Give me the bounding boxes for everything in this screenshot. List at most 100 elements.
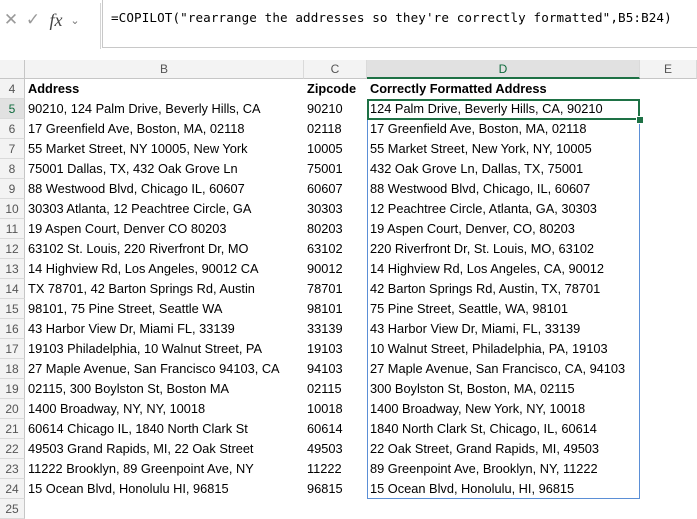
- insert-function-icon[interactable]: fx: [44, 5, 68, 35]
- formula-bar-divider: [100, 3, 101, 49]
- select-all-corner[interactable]: [0, 60, 25, 79]
- zipcode-cell[interactable]: 30303: [304, 199, 367, 219]
- column-header-c[interactable]: C: [304, 60, 367, 79]
- zipcode-cell[interactable]: 19103: [304, 339, 367, 359]
- row-number[interactable]: 8: [0, 159, 25, 179]
- row-number[interactable]: 14: [0, 279, 25, 299]
- formatted-address-cell[interactable]: 15 Ocean Blvd, Honolulu, HI, 96815: [367, 479, 639, 499]
- address-cell[interactable]: 19103 Philadelphia, 10 Walnut Street, PA: [25, 339, 304, 359]
- row-number[interactable]: 6: [0, 119, 25, 139]
- address-cell[interactable]: 27 Maple Avenue, San Francisco 94103, CA: [25, 359, 304, 379]
- address-cell[interactable]: 55 Market Street, NY 10005, New York: [25, 139, 304, 159]
- formatted-address-cell[interactable]: 55 Market Street, New York, NY, 10005: [367, 139, 639, 159]
- zipcode-cell[interactable]: 90012: [304, 259, 367, 279]
- address-cell[interactable]: 02115, 300 Boylston St, Boston MA: [25, 379, 304, 399]
- row-number[interactable]: 5: [0, 99, 25, 119]
- formatted-address-cell[interactable]: 19 Aspen Court, Denver, CO, 80203: [367, 219, 639, 239]
- cancel-icon[interactable]: ✕: [0, 5, 22, 35]
- formatted-address-cell[interactable]: 1840 North Clark St, Chicago, IL, 60614: [367, 419, 639, 439]
- address-cell[interactable]: 90210, 124 Palm Drive, Beverly Hills, CA: [25, 99, 304, 119]
- formatted-address-cell[interactable]: 124 Palm Drive, Beverly Hills, CA, 90210: [367, 99, 639, 119]
- formatted-address-cell[interactable]: 14 Highview Rd, Los Angeles, CA, 90012: [367, 259, 639, 279]
- address-cell[interactable]: 43 Harbor View Dr, Miami FL, 33139: [25, 319, 304, 339]
- address-cell[interactable]: 30303 Atlanta, 12 Peachtree Circle, GA: [25, 199, 304, 219]
- address-cell[interactable]: 88 Westwood Blvd, Chicago IL, 60607: [25, 179, 304, 199]
- address-cell[interactable]: 75001 Dallas, TX, 432 Oak Grove Ln: [25, 159, 304, 179]
- header-cell-zipcode[interactable]: Zipcode: [304, 79, 367, 99]
- zipcode-cell[interactable]: 60607: [304, 179, 367, 199]
- row-number[interactable]: 18: [0, 359, 25, 379]
- zipcode-cell[interactable]: 63102: [304, 239, 367, 259]
- address-cell[interactable]: 49503 Grand Rapids, MI, 22 Oak Street: [25, 439, 304, 459]
- formatted-address-cell[interactable]: 10 Walnut Street, Philadelphia, PA, 1910…: [367, 339, 639, 359]
- row-number[interactable]: 13: [0, 259, 25, 279]
- zipcode-cell[interactable]: 33139: [304, 319, 367, 339]
- formatted-address-cell[interactable]: 89 Greenpoint Ave, Brooklyn, NY, 11222: [367, 459, 639, 479]
- zipcode-cell[interactable]: 60614: [304, 419, 367, 439]
- row-number[interactable]: 12: [0, 239, 25, 259]
- zipcode-cell[interactable]: 80203: [304, 219, 367, 239]
- formatted-address-cell[interactable]: 27 Maple Avenue, San Francisco, CA, 9410…: [367, 359, 639, 379]
- fill-handle[interactable]: [636, 116, 644, 124]
- zipcode-cell[interactable]: 10005: [304, 139, 367, 159]
- row-number[interactable]: 4: [0, 79, 25, 99]
- header-cell-address[interactable]: Address: [25, 79, 304, 99]
- row-number[interactable]: 9: [0, 179, 25, 199]
- table-row: 17 19103 Philadelphia, 10 Walnut Street, …: [0, 339, 697, 359]
- address-cell[interactable]: TX 78701, 42 Barton Springs Rd, Austin: [25, 279, 304, 299]
- zipcode-cell[interactable]: 10018: [304, 399, 367, 419]
- row-number[interactable]: 23: [0, 459, 25, 479]
- row-number[interactable]: 20: [0, 399, 25, 419]
- formatted-address-cell[interactable]: 432 Oak Grove Ln, Dallas, TX, 75001: [367, 159, 639, 179]
- formatted-address-cell[interactable]: 88 Westwood Blvd, Chicago, IL, 60607: [367, 179, 639, 199]
- row-number[interactable]: 17: [0, 339, 25, 359]
- address-cell[interactable]: 1400 Broadway, NY, NY, 10018: [25, 399, 304, 419]
- zipcode-cell[interactable]: 94103: [304, 359, 367, 379]
- zipcode-cell[interactable]: 11222: [304, 459, 367, 479]
- address-cell[interactable]: 19 Aspen Court, Denver CO 80203: [25, 219, 304, 239]
- row-number[interactable]: 24: [0, 479, 25, 499]
- zipcode-cell[interactable]: 98101: [304, 299, 367, 319]
- zipcode-cell[interactable]: 96815: [304, 479, 367, 499]
- formatted-address-cell[interactable]: 42 Barton Springs Rd, Austin, TX, 78701: [367, 279, 639, 299]
- row-number[interactable]: 16: [0, 319, 25, 339]
- address-cell[interactable]: 14 Highview Rd, Los Angeles, 90012 CA: [25, 259, 304, 279]
- column-header-d[interactable]: D: [367, 60, 640, 79]
- row-number[interactable]: 10: [0, 199, 25, 219]
- column-header-e[interactable]: E: [640, 60, 697, 79]
- formatted-address-cell[interactable]: 17 Greenfield Ave, Boston, MA, 02118: [367, 119, 639, 139]
- formatted-address-cell[interactable]: 22 Oak Street, Grand Rapids, MI, 49503: [367, 439, 639, 459]
- formatted-address-cell[interactable]: 300 Boylston St, Boston, MA, 02115: [367, 379, 639, 399]
- spreadsheet-grid[interactable]: B C D E 4 Address Zipcode Correctly Form…: [0, 60, 697, 519]
- row-number[interactable]: 25: [0, 499, 25, 519]
- address-cell[interactable]: 11222 Brooklyn, 89 Greenpoint Ave, NY: [25, 459, 304, 479]
- zipcode-cell[interactable]: 02118: [304, 119, 367, 139]
- address-cell[interactable]: 98101, 75 Pine Street, Seattle WA: [25, 299, 304, 319]
- column-header-b[interactable]: B: [25, 60, 304, 79]
- formatted-address-cell[interactable]: 75 Pine Street, Seattle, WA, 98101: [367, 299, 639, 319]
- row-number[interactable]: 22: [0, 439, 25, 459]
- chevron-down-icon[interactable]: ⌄: [68, 14, 82, 27]
- address-cell[interactable]: 60614 Chicago IL, 1840 North Clark St: [25, 419, 304, 439]
- zipcode-cell[interactable]: 78701: [304, 279, 367, 299]
- address-cell[interactable]: 15 Ocean Blvd, Honolulu HI, 96815: [25, 479, 304, 499]
- formula-input[interactable]: =COPILOT("rearrange the addresses so the…: [102, 0, 697, 48]
- enter-icon[interactable]: ✓: [22, 5, 44, 35]
- row-number[interactable]: 15: [0, 299, 25, 319]
- zipcode-cell[interactable]: 49503: [304, 439, 367, 459]
- zipcode-cell[interactable]: 90210: [304, 99, 367, 119]
- row-number[interactable]: 11: [0, 219, 25, 239]
- row-number[interactable]: 7: [0, 139, 25, 159]
- zipcode-cell[interactable]: 02115: [304, 379, 367, 399]
- formatted-address-cell[interactable]: 43 Harbor View Dr, Miami, FL, 33139: [367, 319, 639, 339]
- formula-text[interactable]: =COPILOT("rearrange the addresses so the…: [111, 10, 672, 25]
- address-cell[interactable]: 63102 St. Louis, 220 Riverfront Dr, MO: [25, 239, 304, 259]
- address-cell[interactable]: 17 Greenfield Ave, Boston, MA, 02118: [25, 119, 304, 139]
- formatted-address-cell[interactable]: 220 Riverfront Dr, St. Louis, MO, 63102: [367, 239, 639, 259]
- zipcode-cell[interactable]: 75001: [304, 159, 367, 179]
- header-cell-formatted[interactable]: Correctly Formatted Address: [367, 79, 639, 99]
- formatted-address-cell[interactable]: 1400 Broadway, New York, NY, 10018: [367, 399, 639, 419]
- formatted-address-cell[interactable]: 12 Peachtree Circle, Atlanta, GA, 30303: [367, 199, 639, 219]
- row-number[interactable]: 19: [0, 379, 25, 399]
- row-number[interactable]: 21: [0, 419, 25, 439]
